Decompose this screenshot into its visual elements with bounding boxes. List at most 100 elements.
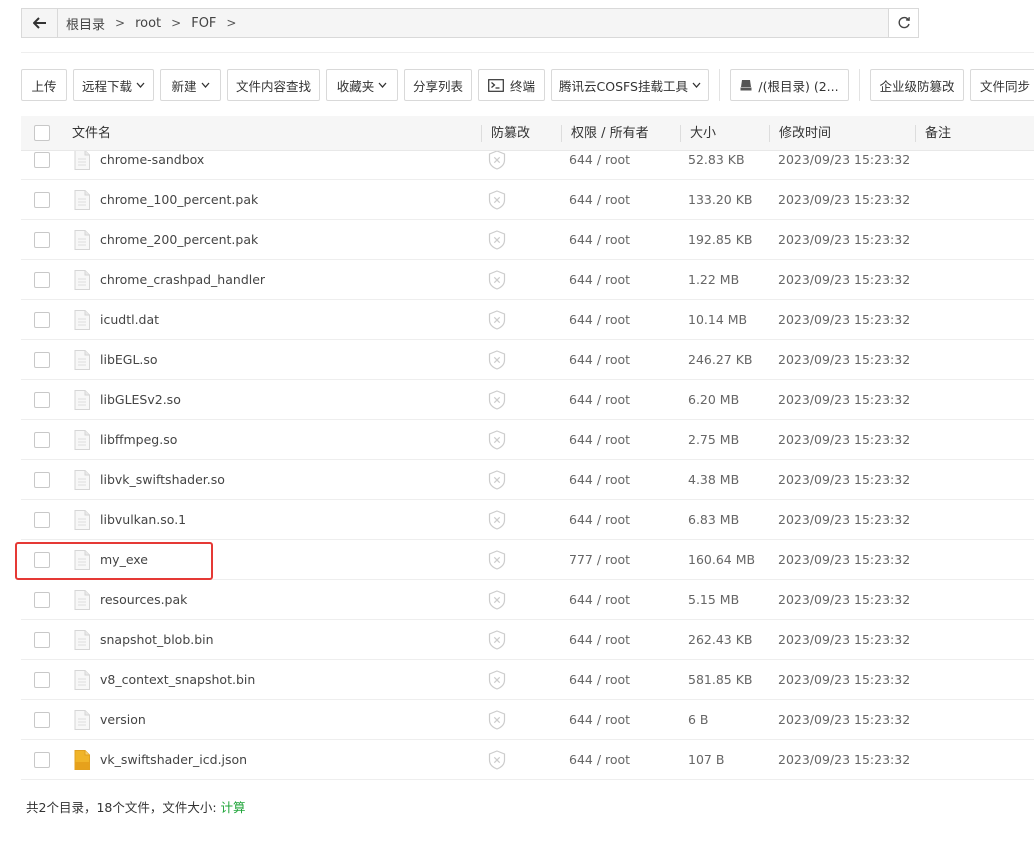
table-row[interactable]: resources.pak 644 / root 5.15 MB 2023/09/23… [21,580,1034,620]
shield-x-icon[interactable] [488,470,506,493]
table-row[interactable]: vk_swiftshader_icd.json 644 / root 107 B 20… [21,740,1034,780]
terminal-button[interactable]: 终端 [478,69,545,101]
upload-button[interactable]: 上传 [21,69,67,101]
share-list-button[interactable]: 分享列表 [404,69,472,101]
table-row[interactable]: snapshot_blob.bin 644 / root 262.43 KB 2023… [21,620,1034,660]
shield-x-icon[interactable] [488,710,506,733]
shield-x-icon[interactable] [488,630,506,653]
row-checkbox[interactable] [34,752,50,768]
table-row[interactable]: chrome-sandbox 644 / root 52.83 KB 2023/09/… [21,151,1034,180]
shield-x-icon[interactable] [488,350,506,373]
cosfs-button[interactable]: 腾讯云COSFS挂载工具 [551,69,709,101]
table-row[interactable]: chrome_200_percent.pak 644 / root 192.85 K… [21,220,1034,260]
shield-x-icon[interactable] [488,390,506,413]
file-permission[interactable]: 644 / root [569,312,630,327]
file-permission[interactable]: 644 / root [569,152,630,167]
shield-x-icon[interactable] [488,510,506,533]
file-name[interactable]: chrome_100_percent.pak [100,192,258,207]
row-checkbox[interactable] [34,152,50,168]
breadcrumb-root-dir[interactable]: 根目录 [66,14,105,33]
table-row[interactable]: chrome_crashpad_handler 644 / root 1.22 MB… [21,260,1034,300]
disk-button[interactable]: /(根目录) (2... [730,69,849,101]
shield-x-icon[interactable] [488,750,506,773]
table-row[interactable]: libGLESv2.so 644 / root 6.20 MB 2023/09/23 … [21,380,1034,420]
row-checkbox[interactable] [34,512,50,528]
table-row[interactable]: libvk_swiftshader.so 644 / root 4.38 MB 202… [21,460,1034,500]
table-row[interactable]: libEGL.so 644 / root 246.27 KB 2023/09/23 1… [21,340,1034,380]
select-all-checkbox[interactable] [34,125,50,141]
file-name[interactable]: chrome_200_percent.pak [100,232,258,247]
file-sync-button[interactable]: 文件同步 [970,69,1034,101]
shield-x-icon[interactable] [488,430,506,453]
file-name[interactable]: vk_swiftshader_icd.json [100,752,247,767]
file-permission[interactable]: 777 / root [569,552,630,567]
row-checkbox[interactable] [34,712,50,728]
table-row[interactable]: version 644 / root 6 B 2023/09/23 15:23:32 [21,700,1034,740]
shield-x-icon[interactable] [488,550,506,573]
file-permission[interactable]: 644 / root [569,432,630,447]
header-mtime[interactable]: 修改时间 [779,116,831,151]
file-permission[interactable]: 644 / root [569,632,630,647]
shield-x-icon[interactable] [488,670,506,693]
breadcrumb-root[interactable]: root [135,16,161,31]
row-checkbox[interactable] [34,352,50,368]
row-checkbox[interactable] [34,672,50,688]
file-permission[interactable]: 644 / root [569,512,630,527]
shield-x-icon[interactable] [488,590,506,613]
table-row[interactable]: chrome_100_percent.pak 644 / root 133.20 K… [21,180,1034,220]
header-perm[interactable]: 权限 / 所有者 [571,116,649,151]
row-checkbox[interactable] [34,392,50,408]
file-permission[interactable]: 644 / root [569,712,630,727]
refresh-button[interactable] [888,9,918,37]
file-permission[interactable]: 644 / root [569,352,630,367]
row-checkbox[interactable] [34,432,50,448]
row-checkbox[interactable] [34,552,50,568]
row-checkbox[interactable] [34,272,50,288]
file-permission[interactable]: 644 / root [569,392,630,407]
file-permission[interactable]: 644 / root [569,752,630,767]
row-checkbox[interactable] [34,232,50,248]
file-permission[interactable]: 644 / root [569,592,630,607]
favorites-button[interactable]: 收藏夹 [326,69,398,101]
file-name[interactable]: libvulkan.so.1 [100,512,186,527]
shield-x-icon[interactable] [488,190,506,213]
file-permission[interactable]: 644 / root [569,232,630,247]
shield-x-icon[interactable] [488,230,506,253]
row-checkbox[interactable] [34,592,50,608]
tamper-proof-button[interactable]: 企业级防篡改 [870,69,964,101]
file-name[interactable]: chrome_crashpad_handler [100,272,265,287]
file-permission[interactable]: 644 / root [569,192,630,207]
table-row[interactable]: libffmpeg.so 644 / root 2.75 MB 2023/09/23 … [21,420,1034,460]
file-name[interactable]: my_exe [100,552,148,567]
content-search-button[interactable]: 文件内容查找 [227,69,320,101]
table-row[interactable]: v8_context_snapshot.bin 644 / root 581.85 … [21,660,1034,700]
file-name[interactable]: libGLESv2.so [100,392,181,407]
table-row[interactable]: icudtl.dat 644 / root 10.14 MB 2023/09/23 1… [21,300,1034,340]
row-checkbox[interactable] [34,632,50,648]
table-row[interactable]: libvulkan.so.1 644 / root 6.83 MB 2023/09/2… [21,500,1034,540]
file-name[interactable]: version [100,712,146,727]
file-name[interactable]: chrome-sandbox [100,152,204,167]
file-name[interactable]: libvk_swiftshader.so [100,472,225,487]
file-name[interactable]: resources.pak [100,592,187,607]
shield-x-icon[interactable] [488,310,506,333]
row-checkbox[interactable] [34,192,50,208]
shield-x-icon[interactable] [488,151,506,173]
calculate-size-link[interactable]: 计算 [221,800,246,815]
new-button[interactable]: 新建 [160,69,221,101]
back-button[interactable] [22,9,58,37]
file-permission[interactable]: 644 / root [569,672,630,687]
header-size[interactable]: 大小 [690,116,716,151]
row-checkbox[interactable] [34,472,50,488]
file-permission[interactable]: 644 / root [569,472,630,487]
file-name[interactable]: icudtl.dat [100,312,159,327]
file-name[interactable]: v8_context_snapshot.bin [100,672,255,687]
file-name[interactable]: snapshot_blob.bin [100,632,214,647]
remote-download-button[interactable]: 远程下载 [73,69,154,101]
row-checkbox[interactable] [34,312,50,328]
table-row[interactable]: my_exe 777 / root 160.64 MB 2023/09/23 15:2… [21,540,1034,580]
header-tamper[interactable]: 防篡改 [491,116,530,151]
shield-x-icon[interactable] [488,270,506,293]
file-name[interactable]: libEGL.so [100,352,158,367]
breadcrumb-fof[interactable]: FOF [191,16,216,31]
